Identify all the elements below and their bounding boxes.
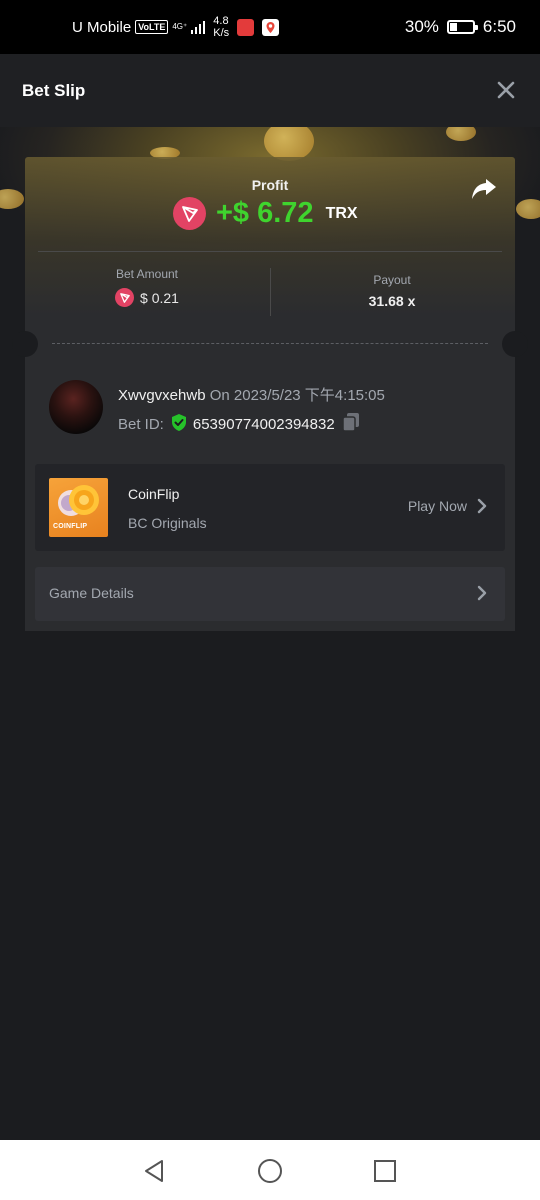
clock: 6:50 (482, 17, 516, 36)
bet-amount-value: $ 0.21 (140, 289, 179, 306)
coin-decoration (446, 127, 476, 141)
signal-icon (191, 20, 206, 34)
chevron-right-icon (477, 585, 487, 606)
copy-icon[interactable] (341, 412, 360, 436)
game-details-label: Game Details (49, 585, 134, 601)
speed-value: 4.8 (213, 15, 229, 27)
game-card[interactable]: COINFLIP CoinFlip BC Originals Play Now (35, 464, 505, 551)
status-bar: U Mobile VoLTE 4G⁺ 4.8 K/s 30% 6:50 (0, 0, 540, 54)
coin-decoration (264, 127, 314, 161)
play-now-label: Play Now (407, 498, 467, 514)
network-speed: 4.8 K/s (213, 15, 229, 39)
payout-label: Payout (373, 273, 411, 287)
profit-currency: TRX (325, 204, 358, 222)
coin-decoration (0, 189, 24, 209)
bet-amount-column: Bet Amount $ 0.21 (25, 267, 269, 307)
trx-icon (115, 288, 135, 307)
game-details-row[interactable]: Game Details (35, 567, 505, 621)
ticket-notch (502, 331, 528, 357)
bet-amount-label: Bet Amount (115, 267, 179, 281)
username[interactable]: Xwvgvxehwb (118, 387, 206, 404)
home-icon[interactable] (257, 1158, 283, 1184)
profit-label: Profit (251, 177, 289, 193)
ticket-notch (12, 331, 38, 357)
trx-icon (173, 197, 206, 230)
avatar[interactable] (49, 380, 103, 434)
bet-on-label: On (209, 387, 230, 404)
profit-value: +$ 6.72 (216, 197, 314, 229)
coin-decoration (516, 199, 540, 219)
share-icon[interactable] (471, 177, 497, 201)
bet-date: 2023/5/23 下午4:15:05 (233, 387, 385, 404)
battery-icon (446, 20, 478, 34)
chevron-right-icon (477, 498, 487, 514)
bet-user-line: Xwvgvxehwb On 2023/5/23 下午4:15:05 (118, 384, 385, 405)
divider (38, 251, 502, 252)
speed-unit: K/s (213, 27, 230, 39)
close-icon[interactable] (496, 80, 516, 100)
battery-percent: 30% (404, 17, 439, 36)
maps-app-icon (262, 18, 280, 36)
coinflip-thumbnail: COINFLIP (49, 478, 108, 537)
payout-value: 31.68 x (368, 293, 416, 309)
bet-slip-summary: Profit +$ 6.72 TRX Bet Amount $ 0.21 Pay… (25, 157, 515, 343)
page-title: Bet Slip (22, 81, 86, 100)
bet-slip-header: Bet Slip (0, 54, 540, 127)
play-now-button[interactable]: Play Now (408, 498, 487, 514)
status-right: 30% 6:50 (405, 0, 516, 54)
back-icon[interactable] (142, 1158, 168, 1184)
game-provider: BC Originals (128, 515, 207, 531)
game-name: CoinFlip (128, 486, 180, 502)
status-left: U Mobile VoLTE 4G⁺ 4.8 K/s (72, 0, 280, 54)
volte-badge: VoLTE (135, 20, 169, 34)
network-type: 4G⁺ (172, 22, 188, 31)
mail-app-icon (237, 18, 255, 36)
bet-amount-row: $ 0.21 (25, 288, 269, 307)
thumbnail-caption: COINFLIP (53, 523, 88, 530)
system-nav-bar (0, 1140, 540, 1200)
carrier-name: U Mobile (72, 18, 132, 36)
payout-column: Payout 31.68 x (270, 267, 514, 309)
recents-icon[interactable] (372, 1158, 398, 1184)
dashed-separator (52, 343, 488, 344)
bet-id-label: Bet ID: (118, 415, 164, 433)
bet-id-line: Bet ID: 65390774002394832 (118, 412, 360, 436)
profit-row: +$ 6.72 TRX (173, 197, 358, 230)
shield-check-icon (170, 413, 188, 436)
bet-id-value: 65390774002394832 (192, 415, 335, 433)
